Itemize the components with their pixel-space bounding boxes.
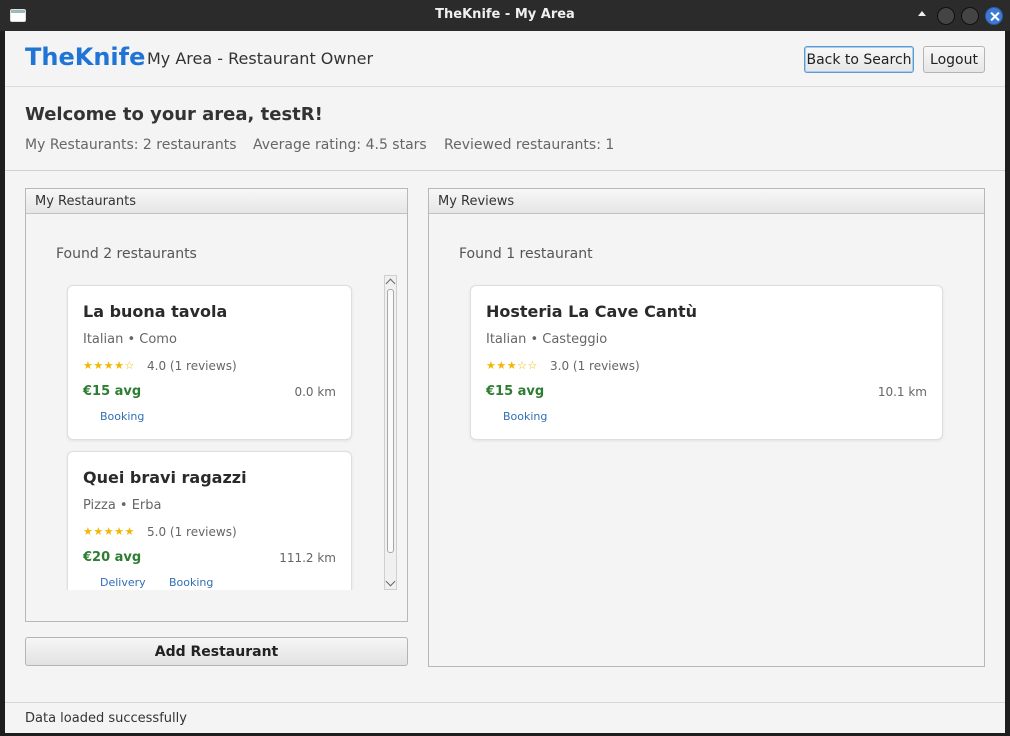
star-rating-icon: ★★★★★ — [83, 525, 135, 538]
app-window: TheKnife My Area - Restaurant Owner Back… — [5, 31, 1005, 733]
restaurant-card[interactable]: La buona tavola Italian • Como ★★★★☆ 4.0… — [67, 285, 352, 440]
brand-logo: TheKnife — [25, 43, 146, 71]
stat-average-rating: Average rating: 4.5 stars — [253, 137, 427, 153]
restaurant-category: Italian • Casteggio — [486, 332, 608, 347]
distance: 0.0 km — [294, 385, 336, 399]
window-shade-icon[interactable] — [914, 8, 930, 22]
star-rating-icon: ★★★☆☆ — [486, 359, 538, 372]
logout-button[interactable]: Logout — [923, 46, 985, 73]
scroll-down-arrow-icon[interactable] — [385, 576, 396, 587]
scroll-up-arrow-icon[interactable] — [385, 278, 396, 289]
restaurants-scrollbar[interactable] — [384, 275, 397, 590]
restaurants-found-count: Found 2 restaurants — [56, 246, 197, 262]
reviews-found-count: Found 1 restaurant — [459, 246, 593, 262]
window-titlebar: TheKnife - My Area — [0, 0, 1010, 31]
restaurant-card[interactable]: Quei bravi ragazzi Pizza • Erba ★★★★★ 5.… — [67, 451, 352, 590]
rating-text: 4.0 (1 reviews) — [147, 359, 237, 373]
my-reviews-panel-title: My Reviews — [429, 189, 984, 214]
minimize-button[interactable] — [937, 7, 955, 25]
my-restaurants-panel-title: My Restaurants — [26, 189, 407, 214]
status-message: Data loaded successfully — [25, 711, 187, 726]
tag-delivery: Delivery — [100, 576, 146, 589]
distance: 111.2 km — [279, 551, 336, 565]
average-price: €15 avg — [83, 384, 142, 399]
add-restaurant-button[interactable]: Add Restaurant — [25, 637, 408, 666]
app-header: TheKnife My Area - Restaurant Owner Back… — [5, 31, 1005, 87]
back-to-search-button[interactable]: Back to Search — [804, 46, 914, 73]
review-restaurant-card[interactable]: Hosteria La Cave Cantù Italian • Castegg… — [470, 285, 943, 440]
status-bar: Data loaded successfully — [5, 702, 1005, 733]
rating-text: 3.0 (1 reviews) — [550, 359, 640, 373]
page-subtitle: My Area - Restaurant Owner — [147, 49, 374, 68]
welcome-section: Welcome to your area, testR! My Restaura… — [5, 88, 1005, 171]
restaurant-name: Hosteria La Cave Cantù — [486, 302, 698, 321]
star-rating-icon: ★★★★☆ — [83, 359, 135, 372]
restaurant-name: La buona tavola — [83, 302, 228, 321]
scrollbar-thumb[interactable] — [387, 289, 394, 553]
welcome-title: Welcome to your area, testR! — [25, 104, 323, 125]
my-reviews-panel: My Reviews Found 1 restaurant Hosteria L… — [428, 188, 985, 667]
restaurant-category: Italian • Como — [83, 332, 177, 347]
restaurants-scroll-area[interactable]: La buona tavola Italian • Como ★★★★☆ 4.0… — [66, 275, 374, 590]
maximize-button[interactable] — [961, 7, 979, 25]
distance: 10.1 km — [877, 385, 927, 399]
average-price: €15 avg — [486, 384, 545, 399]
stat-reviewed-restaurants: Reviewed restaurants: 1 — [444, 137, 615, 153]
average-price: €20 avg — [83, 550, 142, 565]
stat-my-restaurants: My Restaurants: 2 restaurants — [25, 137, 237, 153]
close-window-button[interactable] — [985, 7, 1003, 25]
window-title: TheKnife - My Area — [435, 7, 575, 22]
rating-text: 5.0 (1 reviews) — [147, 525, 237, 539]
restaurant-category: Pizza • Erba — [83, 498, 162, 513]
tag-booking: Booking — [503, 410, 548, 423]
my-restaurants-panel: My Restaurants Found 2 restaurants La bu… — [25, 188, 408, 622]
restaurant-name: Quei bravi ragazzi — [83, 468, 247, 487]
tag-booking: Booking — [169, 576, 214, 589]
tag-booking: Booking — [100, 410, 145, 423]
